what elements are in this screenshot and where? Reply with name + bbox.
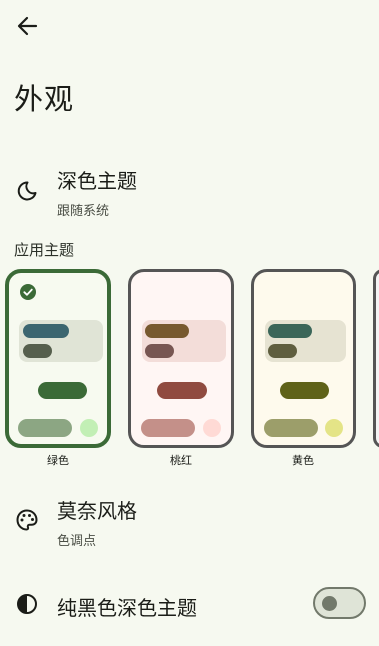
theme-card-green[interactable] — [5, 269, 111, 448]
pure-black-title: 纯黑色深色主题 — [57, 596, 197, 620]
theme-preview-dot — [203, 419, 221, 437]
pure-black-toggle[interactable] — [313, 587, 366, 619]
contrast-icon — [17, 594, 37, 614]
theme-label-yellow: 黄色 — [292, 454, 314, 467]
theme-preview-pill — [38, 382, 87, 399]
theme-preview-pill — [18, 419, 72, 437]
theme-label-green: 绿色 — [47, 454, 69, 467]
moon-icon — [17, 181, 37, 201]
theme-card-peach[interactable] — [128, 269, 234, 448]
monet-style-row[interactable]: 莫奈风格 色调点 — [0, 490, 379, 554]
theme-preview-pill — [268, 324, 312, 338]
theme-preview-pill — [141, 419, 195, 437]
dark-theme-title: 深色主题 — [57, 169, 137, 193]
monet-style-title: 莫奈风格 — [57, 499, 137, 523]
theme-preview-pill — [268, 344, 297, 358]
palette-icon — [16, 509, 38, 531]
theme-preview-pill — [145, 344, 174, 358]
back-button[interactable] — [10, 10, 44, 44]
theme-preview-pill — [145, 324, 189, 338]
theme-preview-pill — [23, 324, 69, 338]
monet-style-subtitle: 色调点 — [57, 534, 97, 549]
app-theme-section-title: 应用主题 — [14, 241, 75, 259]
theme-preview-pill — [264, 419, 318, 437]
toggle-knob — [322, 596, 337, 611]
theme-preview-pill — [280, 382, 329, 399]
arrow-back-icon — [17, 16, 38, 36]
theme-preview-dot — [80, 419, 98, 437]
theme-preview-pill — [23, 344, 52, 358]
page-title: 外观 — [14, 82, 75, 116]
theme-card-next-partial[interactable] — [373, 269, 379, 448]
check-circle-icon — [20, 284, 36, 300]
dark-theme-subtitle: 跟随系统 — [57, 204, 110, 219]
dark-theme-row[interactable]: 深色主题 跟随系统 — [0, 160, 379, 224]
theme-card-yellow[interactable] — [251, 269, 356, 448]
theme-label-peach: 桃红 — [170, 454, 192, 467]
theme-preview-dot — [325, 419, 343, 437]
theme-preview-pill — [157, 382, 207, 399]
